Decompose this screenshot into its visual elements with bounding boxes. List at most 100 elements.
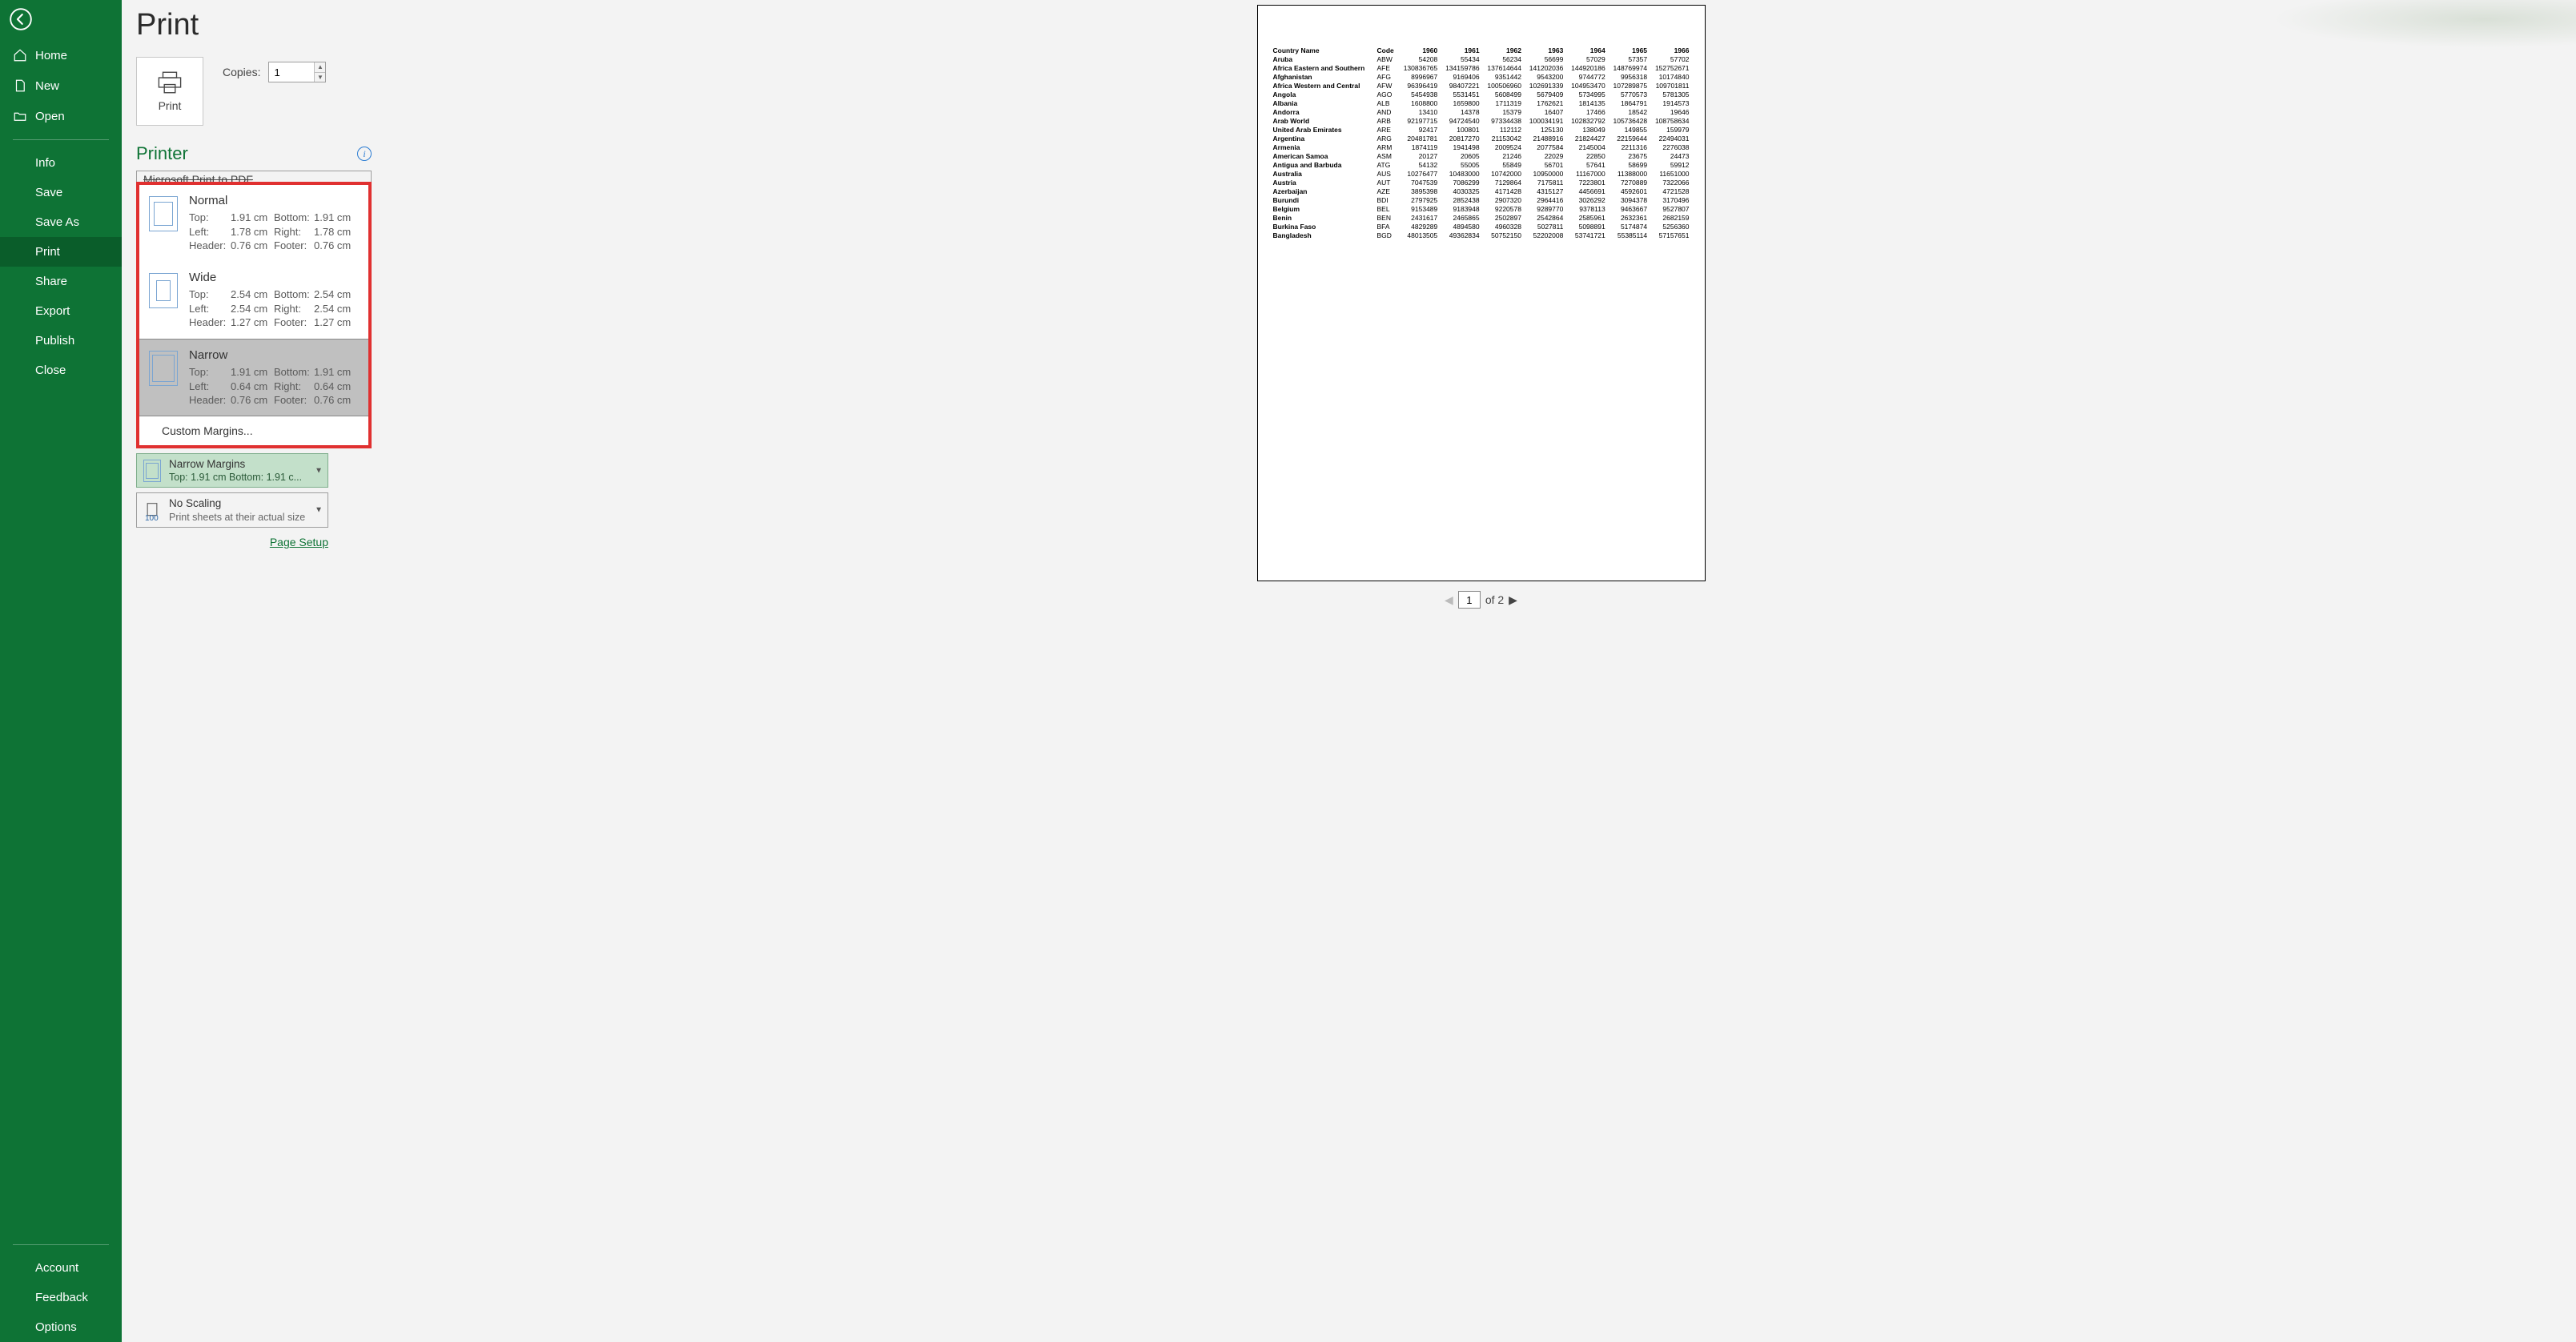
sidebar-separator-2 bbox=[13, 1244, 109, 1245]
table-cell: BEL bbox=[1375, 204, 1398, 213]
page-setup-link[interactable]: Page Setup bbox=[270, 536, 328, 548]
back-button[interactable] bbox=[6, 5, 35, 34]
table-cell: 1711319 bbox=[1482, 98, 1524, 107]
table-row: AngolaAGO5454938553145156084995679409573… bbox=[1271, 90, 1692, 98]
table-cell: 1874119 bbox=[1398, 143, 1440, 151]
table-cell: Armenia bbox=[1271, 143, 1375, 151]
table-cell: 92417 bbox=[1398, 125, 1440, 134]
copies-spinner[interactable]: ▲ ▼ bbox=[268, 62, 326, 82]
table-cell: Antigua and Barbuda bbox=[1271, 160, 1375, 169]
table-cell: 55434 bbox=[1440, 54, 1481, 63]
chevron-down-icon: ▼ bbox=[315, 466, 323, 475]
table-cell: ARG bbox=[1375, 134, 1398, 143]
table-row: Burkina FasoBFA4829289489458049603285027… bbox=[1271, 222, 1692, 231]
table-cell: 107289875 bbox=[1608, 81, 1650, 90]
preview-table: Country NameCode196019611962196319641965… bbox=[1271, 46, 1692, 239]
margin-option-narrow[interactable]: Narrow Top:1.91 cmBottom:1.91 cm Left:0.… bbox=[139, 339, 368, 416]
table-cell: Afghanistan bbox=[1271, 72, 1375, 81]
table-header-cell: 1964 bbox=[1565, 46, 1607, 54]
table-cell: 11651000 bbox=[1650, 169, 1691, 178]
margin-option-wide[interactable]: Wide Top:2.54 cmBottom:2.54 cm Left:2.54… bbox=[139, 262, 368, 339]
table-cell: 54208 bbox=[1398, 54, 1440, 63]
nav-publish[interactable]: Publish bbox=[0, 326, 122, 356]
preview-page: Country NameCode196019611962196319641965… bbox=[1257, 5, 1706, 581]
table-cell: 7086299 bbox=[1440, 178, 1481, 187]
table-cell: 21153042 bbox=[1482, 134, 1524, 143]
table-row: Antigua and BarbudaATG541325500555849567… bbox=[1271, 160, 1692, 169]
table-cell: 2585961 bbox=[1565, 213, 1607, 222]
table-cell: Argentina bbox=[1271, 134, 1375, 143]
table-header-cell: 1961 bbox=[1440, 46, 1481, 54]
table-cell: Arab World bbox=[1271, 116, 1375, 125]
table-cell: ASM bbox=[1375, 151, 1398, 160]
table-cell: ATG bbox=[1375, 160, 1398, 169]
nav-export[interactable]: Export bbox=[0, 296, 122, 326]
custom-margins-item[interactable]: Custom Margins... bbox=[139, 416, 368, 445]
nav-open[interactable]: Open bbox=[0, 101, 122, 131]
page-number-input[interactable] bbox=[1458, 591, 1481, 609]
nav-close[interactable]: Close bbox=[0, 356, 122, 385]
table-cell: 9744772 bbox=[1565, 72, 1607, 81]
nav-open-label: Open bbox=[35, 110, 65, 123]
table-cell: 94724540 bbox=[1440, 116, 1481, 125]
table-cell: 57157651 bbox=[1650, 231, 1691, 239]
table-cell: 130836765 bbox=[1398, 63, 1440, 72]
table-cell: 1659800 bbox=[1440, 98, 1481, 107]
printer-info-icon[interactable]: i bbox=[357, 147, 372, 161]
margin-narrow-icon bbox=[149, 351, 178, 386]
table-cell: 4721528 bbox=[1650, 187, 1691, 195]
table-cell: 56701 bbox=[1524, 160, 1565, 169]
nav-home[interactable]: Home bbox=[0, 40, 122, 70]
nav-account[interactable]: Account bbox=[0, 1253, 122, 1283]
table-cell: 52202008 bbox=[1524, 231, 1565, 239]
page-navigation: ◀ of 2 ▶ bbox=[1445, 591, 1517, 609]
table-cell: 10174840 bbox=[1650, 72, 1691, 81]
prev-page-icon[interactable]: ◀ bbox=[1445, 593, 1453, 607]
margin-option-normal[interactable]: Normal Top:1.91 cmBottom:1.91 cm Left:1.… bbox=[139, 185, 368, 262]
table-cell: 92197715 bbox=[1398, 116, 1440, 125]
margins-dropdown-popup: Normal Top:1.91 cmBottom:1.91 cm Left:1.… bbox=[136, 182, 372, 448]
table-cell: 3026292 bbox=[1565, 195, 1607, 204]
copies-down-icon[interactable]: ▼ bbox=[315, 73, 325, 82]
scaling-setting[interactable]: 100 No Scaling Print sheets at their act… bbox=[136, 492, 328, 528]
table-cell: AFG bbox=[1375, 72, 1398, 81]
table-cell: Albania bbox=[1271, 98, 1375, 107]
margins-setting[interactable]: Narrow Margins Top: 1.91 cm Bottom: 1.91… bbox=[136, 453, 328, 488]
nav-new[interactable]: New bbox=[0, 70, 122, 101]
table-row: AlbaniaALB160880016598001711319176262118… bbox=[1271, 98, 1692, 107]
next-page-icon[interactable]: ▶ bbox=[1509, 593, 1517, 607]
table-cell: 7322066 bbox=[1650, 178, 1691, 187]
table-cell: 2009524 bbox=[1482, 143, 1524, 151]
table-cell: 2907320 bbox=[1482, 195, 1524, 204]
table-cell: BGD bbox=[1375, 231, 1398, 239]
table-header-cell: Country Name bbox=[1271, 46, 1375, 54]
nav-feedback[interactable]: Feedback bbox=[0, 1283, 122, 1312]
table-cell: 48013505 bbox=[1398, 231, 1440, 239]
table-cell: 4960328 bbox=[1482, 222, 1524, 231]
table-cell: 8996967 bbox=[1398, 72, 1440, 81]
table-cell: 141202036 bbox=[1524, 63, 1565, 72]
copies-input[interactable] bbox=[269, 62, 314, 82]
table-cell: 1814135 bbox=[1565, 98, 1607, 107]
print-preview-area: Country NameCode196019611962196319641965… bbox=[386, 0, 2576, 1342]
table-cell: 1608800 bbox=[1398, 98, 1440, 107]
copies-up-icon[interactable]: ▲ bbox=[315, 62, 325, 73]
table-cell: 9183948 bbox=[1440, 204, 1481, 213]
table-row: ArmeniaARM187411919414982009524207758421… bbox=[1271, 143, 1692, 151]
table-cell: 102691339 bbox=[1524, 81, 1565, 90]
nav-save[interactable]: Save bbox=[0, 178, 122, 207]
nav-share[interactable]: Share bbox=[0, 267, 122, 296]
table-cell: BDI bbox=[1375, 195, 1398, 204]
print-button[interactable]: Print bbox=[136, 57, 203, 126]
table-cell: 10742000 bbox=[1482, 169, 1524, 178]
table-cell: 24473 bbox=[1650, 151, 1691, 160]
nav-info[interactable]: Info bbox=[0, 148, 122, 178]
nav-options[interactable]: Options bbox=[0, 1312, 122, 1342]
print-settings-column: Print Print Copies: bbox=[122, 0, 386, 1342]
nav-save-as[interactable]: Save As bbox=[0, 207, 122, 237]
table-row: BelgiumBEL915348991839489220578928977093… bbox=[1271, 204, 1692, 213]
nav-print[interactable]: Print bbox=[0, 237, 122, 267]
table-cell: 9463667 bbox=[1608, 204, 1650, 213]
sidebar-separator bbox=[13, 139, 109, 140]
table-cell: 5531451 bbox=[1440, 90, 1481, 98]
